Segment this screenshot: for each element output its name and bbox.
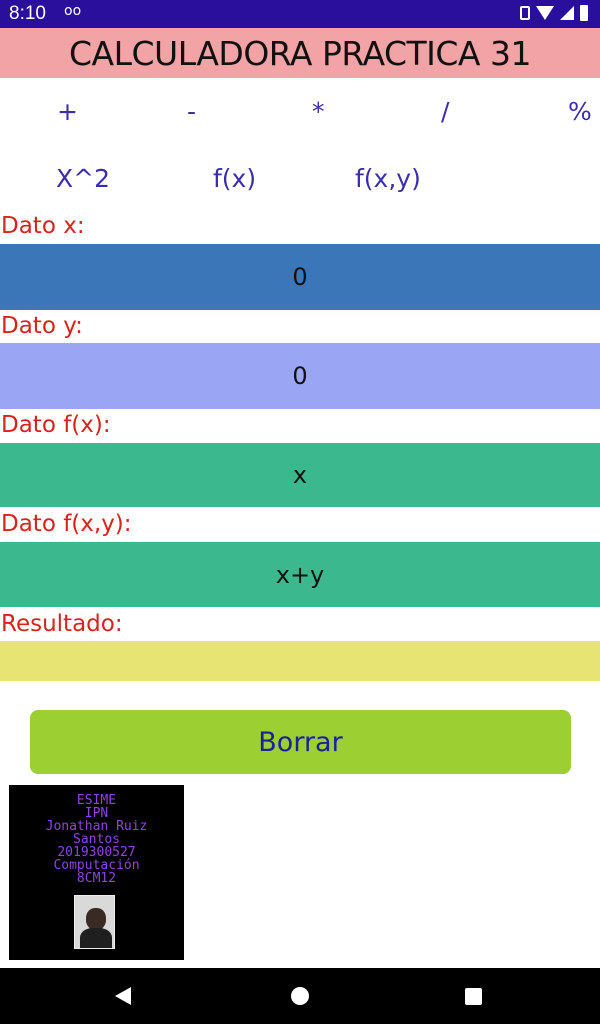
square-button[interactable]: X^2 (56, 164, 110, 193)
status-time: 8:10 (9, 3, 46, 24)
result-label: Resultado: (1, 611, 123, 637)
y-label: Dato y: (1, 313, 83, 339)
fx-label: Dato f(x): (1, 412, 111, 438)
photo-body (80, 928, 112, 948)
student-info-card: ESIME IPN Jonathan Ruiz Santos 201930052… (9, 785, 184, 960)
signal-icon (560, 6, 574, 20)
home-icon[interactable] (291, 987, 309, 1005)
fxy-label: Dato f(x,y): (1, 511, 132, 537)
y-input[interactable] (0, 343, 600, 409)
fxy-input[interactable] (0, 542, 600, 607)
subtract-button[interactable]: - (187, 97, 196, 126)
result-field[interactable] (0, 641, 600, 681)
voicemail-icon: oo (64, 3, 82, 19)
percent-button[interactable]: % (568, 97, 592, 126)
student-photo (74, 895, 115, 949)
divide-button[interactable]: / (441, 97, 449, 126)
recents-icon[interactable] (465, 988, 482, 1005)
clear-button[interactable]: Borrar (30, 710, 571, 774)
status-bar: 8:10 oo (0, 0, 600, 28)
navigation-bar (0, 968, 600, 1024)
x-input[interactable] (0, 244, 600, 310)
multiply-button[interactable]: * (312, 97, 325, 126)
fxy-button[interactable]: f(x,y) (355, 164, 421, 193)
battery-icon (580, 5, 588, 21)
fx-input[interactable] (0, 443, 600, 507)
photo-head (86, 908, 106, 930)
add-button[interactable]: + (57, 97, 78, 126)
wifi-icon (536, 6, 554, 20)
info-line-group: 8CM12 (76, 871, 117, 886)
back-icon[interactable] (115, 987, 131, 1005)
vibrate-icon (520, 6, 530, 20)
app-title-bar: CALCULADORA PRACTICA 31 (0, 28, 600, 78)
app-title: CALCULADORA PRACTICA 31 (69, 33, 531, 73)
status-icons (520, 5, 588, 21)
fx-button[interactable]: f(x) (213, 164, 256, 193)
x-label: Dato x: (1, 213, 85, 239)
